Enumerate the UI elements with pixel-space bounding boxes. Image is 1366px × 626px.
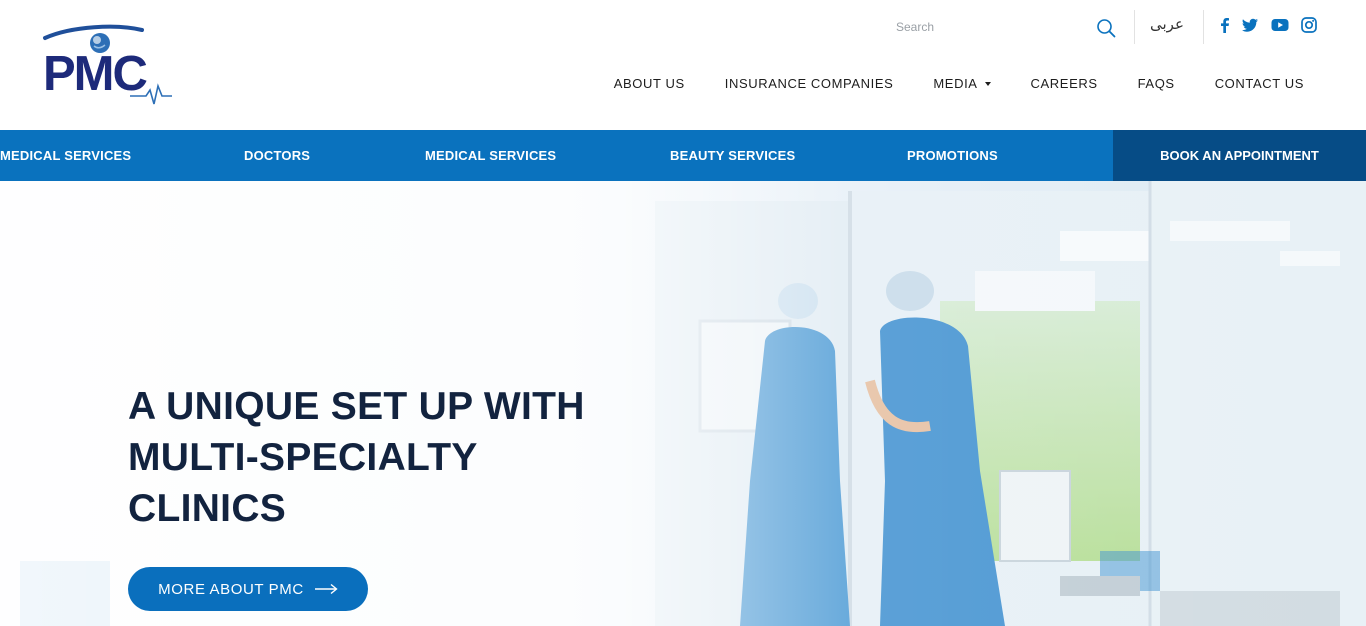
nav-careers[interactable]: CAREERS [1031, 76, 1098, 91]
main-navigation: ABOUT US INSURANCE COMPANIES MEDIA CAREE… [614, 76, 1304, 91]
search-bar [896, 14, 1120, 40]
youtube-icon[interactable] [1271, 16, 1289, 34]
service-medical-services-2[interactable]: MEDICAL SERVICES [425, 130, 556, 181]
nav-faqs[interactable]: FAQS [1138, 76, 1175, 91]
service-promotions[interactable]: PROMOTIONS [907, 130, 998, 181]
search-input[interactable] [896, 14, 1086, 40]
more-about-pmc-button[interactable]: MORE ABOUT PMC [128, 567, 368, 611]
nav-label: FAQS [1137, 76, 1175, 91]
hero-headline-line: A UNIQUE SET UP WITH [128, 385, 585, 428]
hero-headline-line: MULTI-SPECIALTY [128, 436, 478, 479]
site-header: PMC عربى ABOUT US INSURANCE COMPANIES ME… [0, 0, 1366, 130]
nav-label: CONTACT US [1214, 76, 1304, 91]
twitter-icon[interactable] [1241, 16, 1259, 34]
divider [1134, 10, 1135, 44]
service-beauty-services[interactable]: BEAUTY SERVICES [670, 130, 795, 181]
service-medical-services[interactable]: MEDICAL SERVICES [0, 130, 131, 181]
pmc-logo[interactable]: PMC [42, 24, 176, 108]
nav-about-us[interactable]: ABOUT US [614, 76, 685, 91]
arabic-language-link[interactable]: عربى [1150, 15, 1184, 33]
nav-label: MEDIA [933, 76, 978, 91]
book-appointment-button[interactable]: BOOK AN APPOINTMENT [1113, 130, 1366, 181]
hero-headline: A UNIQUE SET UP WITH MULTI-SPECIALTY CLI… [128, 381, 688, 534]
arrow-right-icon [314, 583, 338, 595]
logo-wordmark: PMC [43, 47, 148, 101]
search-icon[interactable] [1096, 18, 1116, 38]
nav-label: INSURANCE COMPANIES [724, 76, 894, 91]
nav-contact-us[interactable]: CONTACT US [1215, 76, 1304, 91]
hero-banner: A UNIQUE SET UP WITH MULTI-SPECIALTY CLI… [0, 181, 1366, 626]
hero-headline-line: CLINICS [128, 487, 287, 530]
instagram-icon[interactable] [1300, 16, 1318, 34]
nav-label: CAREERS [1030, 76, 1098, 91]
nav-insurance-companies[interactable]: INSURANCE COMPANIES [725, 76, 894, 91]
nav-label: ABOUT US [613, 76, 685, 91]
service-doctors[interactable]: DOCTORS [244, 130, 310, 181]
services-bar: MEDICAL SERVICES DOCTORS MEDICAL SERVICE… [0, 130, 1366, 181]
cta-label: MORE ABOUT PMC [158, 580, 304, 598]
facebook-icon[interactable] [1216, 16, 1234, 34]
nav-media-dropdown[interactable]: MEDIA [933, 76, 991, 91]
caret-down-icon [984, 82, 991, 86]
divider [1203, 10, 1204, 44]
